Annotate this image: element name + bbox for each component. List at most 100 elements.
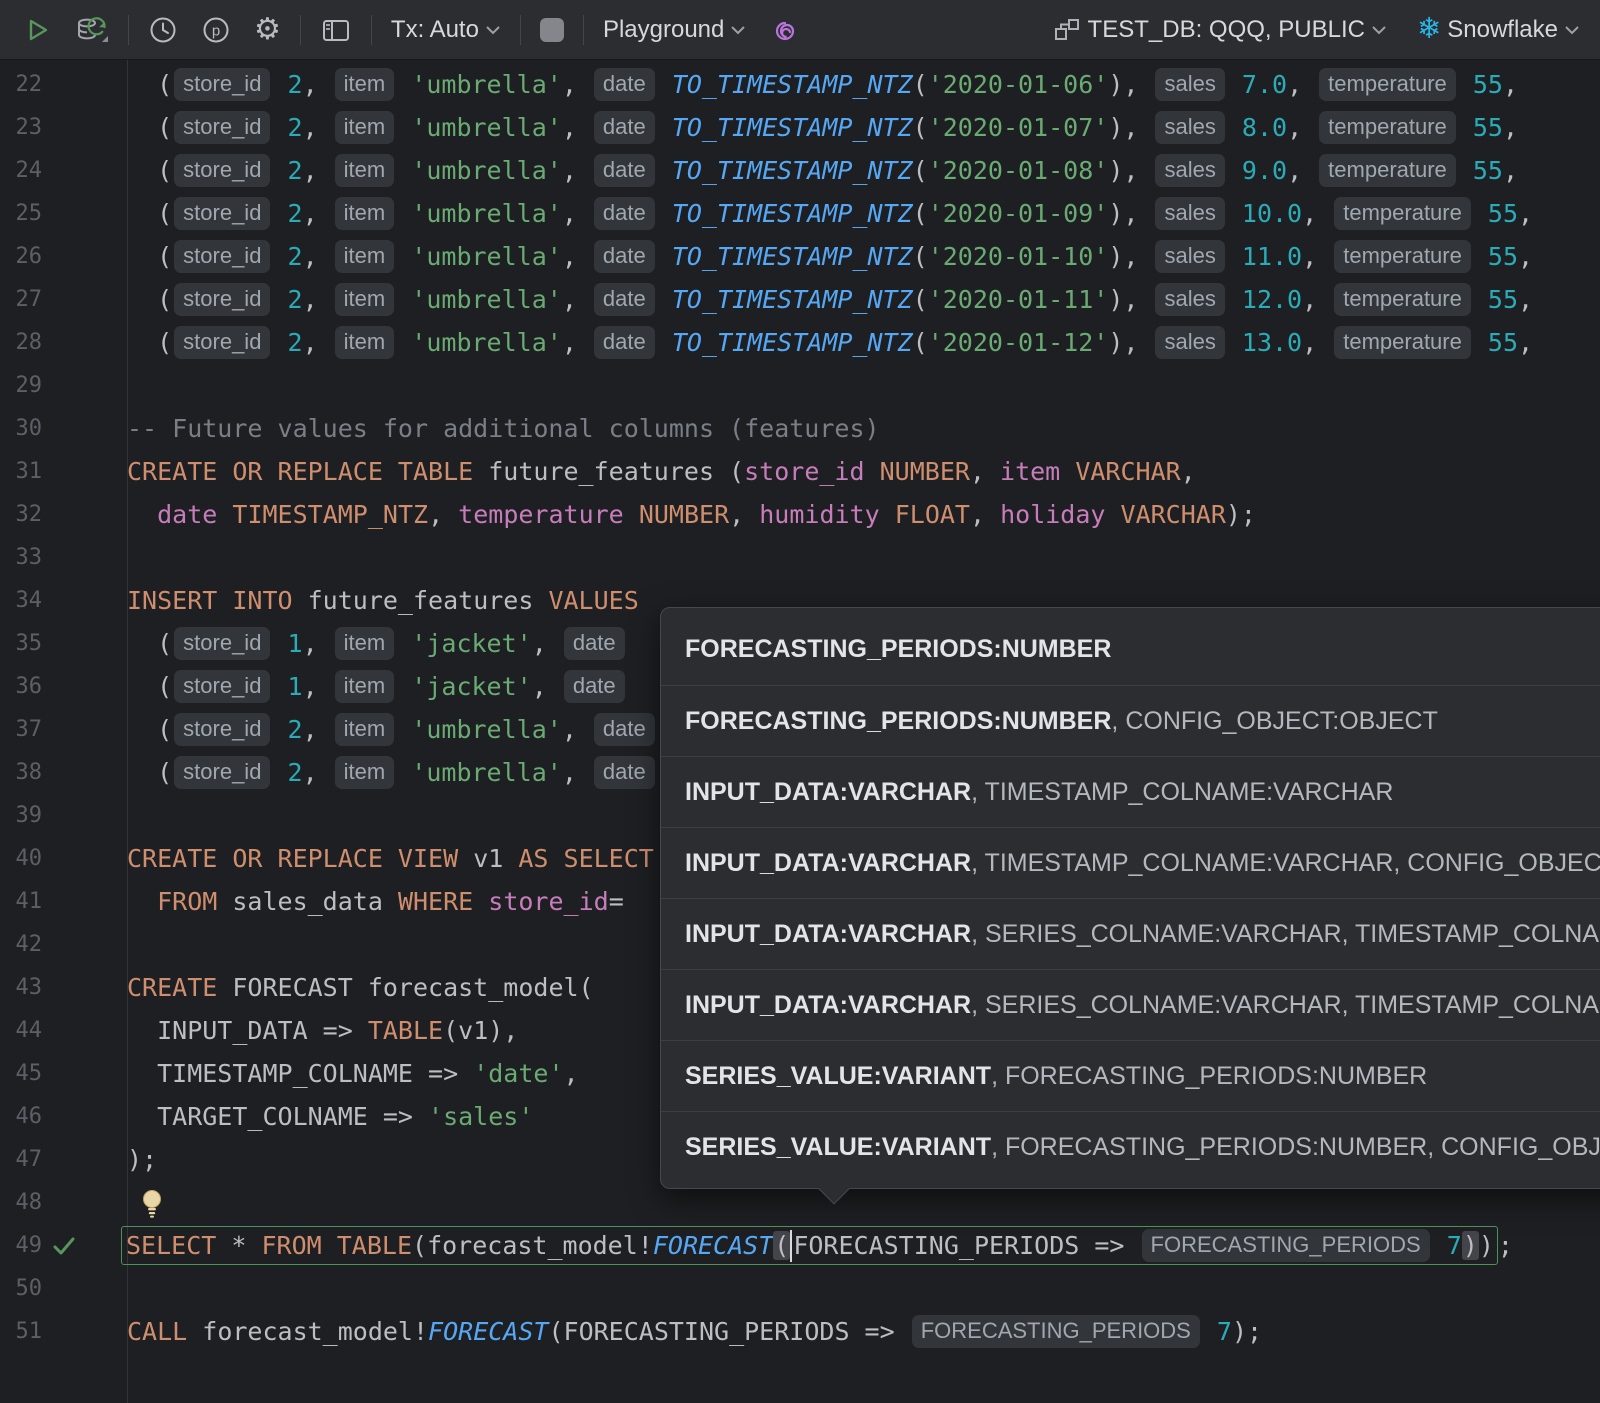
line-number[interactable]: 29 bbox=[0, 373, 42, 398]
inlay-hint-chip[interactable]: date bbox=[564, 670, 625, 703]
inlay-hint-chip[interactable]: sales bbox=[1155, 68, 1224, 101]
line-number[interactable]: 42 bbox=[0, 932, 42, 957]
dialect-dropdown[interactable]: ❄ Snowflake bbox=[1413, 10, 1584, 50]
code-line[interactable]: 27 (store_id 2, item 'umbrella', date TO… bbox=[0, 278, 1533, 321]
settings-button[interactable]: ⚙ bbox=[250, 10, 285, 50]
inlay-hint-chip[interactable]: store_id bbox=[174, 154, 270, 187]
inlay-hint-chip[interactable]: temperature bbox=[1319, 68, 1456, 101]
code-line[interactable]: 26 (store_id 2, item 'umbrella', date TO… bbox=[0, 235, 1533, 278]
inlay-hint-chip[interactable]: store_id bbox=[174, 627, 270, 660]
inlay-hint-chip[interactable]: store_id bbox=[174, 197, 270, 230]
code-line[interactable]: 30-- Future values for additional column… bbox=[0, 407, 880, 450]
code-line[interactable]: 49SELECT * FROM TABLE(forecast_model!FOR… bbox=[0, 1224, 1513, 1267]
code-line[interactable]: 40CREATE OR REPLACE VIEW v1 AS SELECT bbox=[0, 837, 654, 880]
inlay-hint-chip[interactable]: temperature bbox=[1334, 283, 1471, 316]
line-number[interactable]: 40 bbox=[0, 846, 42, 871]
code-line[interactable]: 28 (store_id 2, item 'umbrella', date TO… bbox=[0, 321, 1533, 364]
inlay-hint-chip[interactable]: sales bbox=[1155, 240, 1224, 273]
inlay-hint-chip[interactable]: temperature bbox=[1319, 111, 1456, 144]
inlay-hint-chip[interactable]: store_id bbox=[174, 240, 270, 273]
overload-option[interactable]: INPUT_DATA:VARCHAR, SERIES_COLNAME:VARCH… bbox=[661, 969, 1600, 1040]
line-number[interactable]: 47 bbox=[0, 1147, 42, 1172]
line-number[interactable]: 45 bbox=[0, 1061, 42, 1086]
inlay-hint-chip[interactable]: item bbox=[335, 283, 395, 316]
inlay-hint-chip[interactable]: item bbox=[335, 627, 395, 660]
inlay-hint-chip[interactable]: FORECASTING_PERIODS bbox=[912, 1315, 1200, 1348]
inlay-hint-chip[interactable]: item bbox=[335, 670, 395, 703]
inlay-hint-chip[interactable]: sales bbox=[1155, 111, 1224, 144]
line-number[interactable]: 46 bbox=[0, 1104, 42, 1129]
line-number[interactable]: 50 bbox=[0, 1276, 42, 1301]
line-number[interactable]: 32 bbox=[0, 502, 42, 527]
line-number[interactable]: 37 bbox=[0, 717, 42, 742]
overload-option[interactable]: FORECASTING_PERIODS:NUMBER bbox=[661, 614, 1600, 685]
code-line[interactable]: 41 FROM sales_data WHERE store_id= bbox=[0, 880, 624, 923]
tx-mode-dropdown[interactable]: Tx: Auto bbox=[387, 10, 505, 50]
code-line[interactable]: 34INSERT INTO future_features VALUES bbox=[0, 579, 639, 622]
code-line[interactable]: 33 bbox=[0, 536, 127, 579]
inlay-hint-chip[interactable]: date bbox=[594, 154, 655, 187]
line-number[interactable]: 24 bbox=[0, 158, 42, 183]
inlay-hint-chip[interactable]: sales bbox=[1155, 154, 1224, 187]
intention-bulb-icon[interactable] bbox=[141, 1187, 163, 1219]
line-number[interactable]: 28 bbox=[0, 330, 42, 355]
line-number[interactable]: 51 bbox=[0, 1319, 42, 1344]
profile-dropdown[interactable]: Playground bbox=[599, 10, 750, 50]
line-number[interactable]: 33 bbox=[0, 545, 42, 570]
history-button[interactable] bbox=[144, 10, 182, 50]
run-button[interactable] bbox=[18, 10, 56, 50]
code-line[interactable]: 25 (store_id 2, item 'umbrella', date TO… bbox=[0, 192, 1533, 235]
overload-option[interactable]: INPUT_DATA:VARCHAR, SERIES_COLNAME:VARCH… bbox=[661, 898, 1600, 969]
stop-button[interactable] bbox=[536, 10, 568, 50]
line-number[interactable]: 23 bbox=[0, 115, 42, 140]
line-number[interactable]: 27 bbox=[0, 287, 42, 312]
inlay-hint-chip[interactable]: store_id bbox=[174, 756, 270, 789]
code-line[interactable]: 45 TIMESTAMP_COLNAME => 'date', bbox=[0, 1052, 579, 1095]
inlay-hint-chip[interactable]: date bbox=[594, 713, 655, 746]
line-number[interactable]: 36 bbox=[0, 674, 42, 699]
parameters-button[interactable]: p bbox=[197, 10, 235, 50]
line-number[interactable]: 34 bbox=[0, 588, 42, 613]
code-line[interactable]: 37 (store_id 2, item 'umbrella', date bbox=[0, 708, 657, 751]
overload-option[interactable]: SERIES_VALUE:VARIANT, FORECASTING_PERIOD… bbox=[661, 1040, 1600, 1111]
inlay-hint-chip[interactable]: store_id bbox=[174, 713, 270, 746]
line-number[interactable]: 41 bbox=[0, 889, 42, 914]
inlay-hint-chip[interactable]: date bbox=[594, 197, 655, 230]
inlay-hint-chip[interactable]: store_id bbox=[174, 670, 270, 703]
code-line[interactable]: 42 bbox=[0, 923, 127, 966]
code-line[interactable]: 22 (store_id 2, item 'umbrella', date TO… bbox=[0, 63, 1518, 106]
inlay-hint-chip[interactable]: item bbox=[335, 68, 395, 101]
overload-option[interactable]: INPUT_DATA:VARCHAR, TIMESTAMP_COLNAME:VA… bbox=[661, 756, 1600, 827]
inlay-hint-chip[interactable]: date bbox=[594, 68, 655, 101]
inlay-hint-chip[interactable]: sales bbox=[1155, 326, 1224, 359]
inlay-hint-chip[interactable]: date bbox=[594, 111, 655, 144]
inlay-hint-chip[interactable]: store_id bbox=[174, 326, 270, 359]
code-line[interactable]: 32 date TIMESTAMP_NTZ, temperature NUMBE… bbox=[0, 493, 1256, 536]
line-number[interactable]: 38 bbox=[0, 760, 42, 785]
ai-assistant-button[interactable] bbox=[765, 10, 805, 50]
overload-option[interactable]: INPUT_DATA:VARCHAR, TIMESTAMP_COLNAME:VA… bbox=[661, 827, 1600, 898]
code-line[interactable]: 46 TARGET_COLNAME => 'sales' bbox=[0, 1095, 533, 1138]
code-line[interactable]: 23 (store_id 2, item 'umbrella', date TO… bbox=[0, 106, 1518, 149]
code-line[interactable]: 48 bbox=[0, 1181, 163, 1224]
code-line[interactable]: 31CREATE OR REPLACE TABLE future_feature… bbox=[0, 450, 1196, 493]
code-line[interactable]: 35 (store_id 1, item 'jacket', date bbox=[0, 622, 627, 665]
code-line[interactable]: 50 bbox=[0, 1267, 127, 1310]
inlay-hint-chip[interactable]: store_id bbox=[174, 111, 270, 144]
code-line[interactable]: 29 bbox=[0, 364, 127, 407]
line-number[interactable]: 25 bbox=[0, 201, 42, 226]
line-number[interactable]: 43 bbox=[0, 975, 42, 1000]
datasource-dropdown[interactable]: TEST_DB: QQQ, PUBLIC bbox=[1048, 10, 1391, 50]
inlay-hint-chip[interactable]: sales bbox=[1155, 283, 1224, 316]
inlay-hint-chip[interactable]: date bbox=[594, 326, 655, 359]
inlay-hint-chip[interactable]: store_id bbox=[174, 68, 270, 101]
code-line[interactable]: 24 (store_id 2, item 'umbrella', date TO… bbox=[0, 149, 1518, 192]
inlay-hint-chip[interactable]: date bbox=[594, 756, 655, 789]
code-line[interactable]: 36 (store_id 1, item 'jacket', date bbox=[0, 665, 627, 708]
refresh-schema-button[interactable] bbox=[71, 10, 113, 50]
inlay-hint-chip[interactable]: temperature bbox=[1334, 326, 1471, 359]
code-line[interactable]: 51CALL forecast_model!FORECAST(FORECASTI… bbox=[0, 1310, 1262, 1353]
code-line[interactable]: 43CREATE FORECAST forecast_model( bbox=[0, 966, 594, 1009]
line-number[interactable]: 22 bbox=[0, 72, 42, 97]
inlay-hint-chip[interactable]: store_id bbox=[174, 283, 270, 316]
